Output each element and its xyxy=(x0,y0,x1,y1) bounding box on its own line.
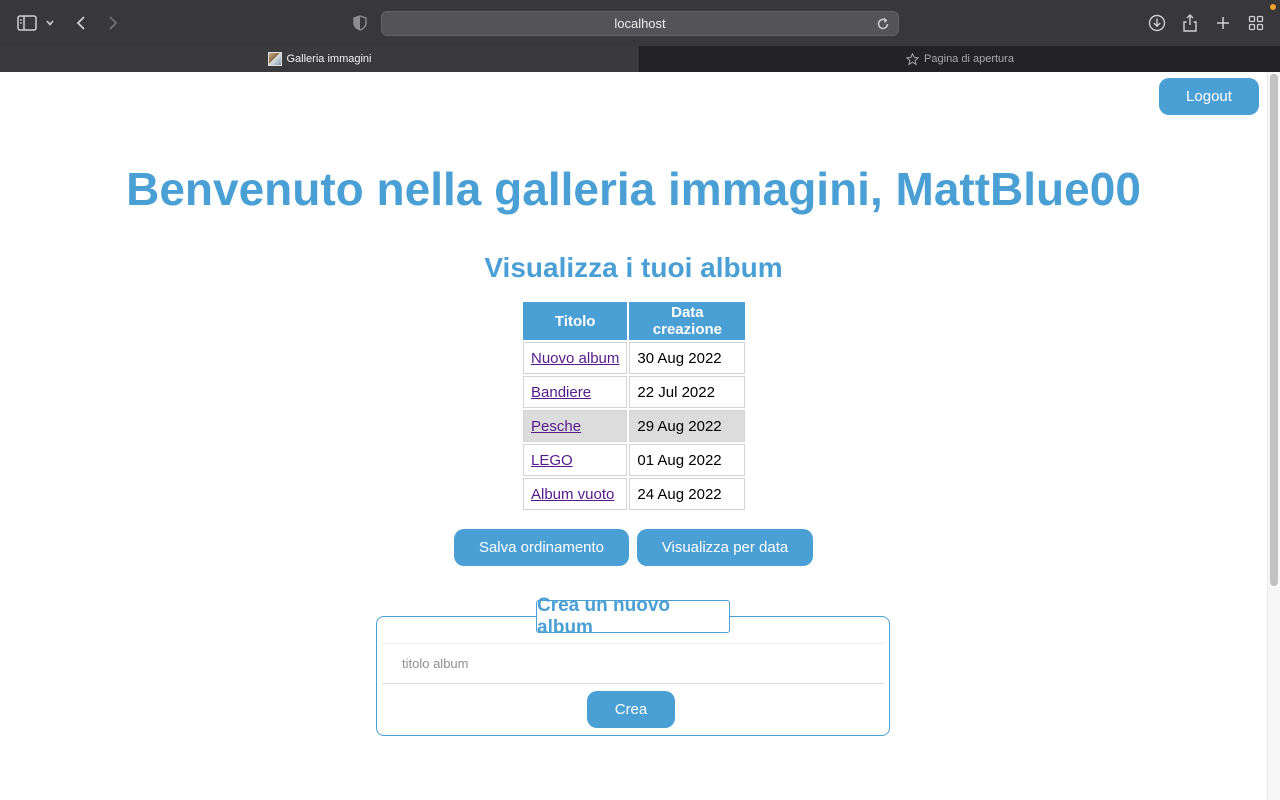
column-header-date: Data creazione xyxy=(629,302,746,340)
downloads-icon[interactable] xyxy=(1147,13,1167,33)
create-album-legend: Crea un nuovo album xyxy=(536,595,730,638)
back-icon[interactable] xyxy=(72,13,90,33)
share-icon[interactable] xyxy=(1181,12,1199,33)
page-content: Logout Benvenuto nella galleria immagini… xyxy=(0,72,1267,800)
save-order-button[interactable]: Salva ordinamento xyxy=(454,529,629,566)
album-title-cell: Album vuoto xyxy=(523,478,628,510)
address-bar[interactable]: localhost xyxy=(381,11,899,36)
album-link[interactable]: Album vuoto xyxy=(531,486,614,503)
table-row[interactable]: Album vuoto 24 Aug 2022 xyxy=(523,478,746,510)
album-link[interactable]: Pesche xyxy=(531,418,581,435)
page-title: Benvenuto nella galleria immagini, MattB… xyxy=(126,163,1141,215)
album-title-input[interactable] xyxy=(382,643,884,684)
view-by-date-button[interactable]: Visualizza per data xyxy=(637,529,813,566)
star-icon xyxy=(905,52,920,66)
create-album-button[interactable]: Crea xyxy=(587,691,675,728)
tab-galleria-immagini[interactable]: Galleria immagini xyxy=(0,46,639,72)
table-row[interactable]: LEGO 01 Aug 2022 xyxy=(523,444,746,476)
gallery-favicon-icon xyxy=(267,52,282,66)
album-link[interactable]: LEGO xyxy=(531,452,573,469)
table-row[interactable]: Bandiere 22 Jul 2022 xyxy=(523,376,746,408)
chevron-down-icon[interactable] xyxy=(44,17,56,29)
forward-icon[interactable] xyxy=(104,13,122,33)
album-title-cell: LEGO xyxy=(523,444,628,476)
album-title-cell: Nuovo album xyxy=(523,342,628,374)
album-date-cell: 30 Aug 2022 xyxy=(629,342,746,374)
scrollbar-thumb[interactable] xyxy=(1270,74,1278,586)
privacy-shield-icon[interactable] xyxy=(352,14,368,32)
tab-label: Galleria immagini xyxy=(286,53,372,65)
album-date-cell: 01 Aug 2022 xyxy=(629,444,746,476)
notification-dot xyxy=(1270,4,1276,10)
column-header-title: Titolo xyxy=(523,302,628,340)
table-header-row: Titolo Data creazione xyxy=(523,302,746,340)
tab-pagina-di-apertura[interactable]: Pagina di apertura xyxy=(640,46,1280,72)
album-link[interactable]: Bandiere xyxy=(531,384,591,401)
sidebar-icon[interactable] xyxy=(17,14,37,32)
url-text: localhost xyxy=(614,16,666,31)
tab-overview-icon[interactable] xyxy=(1246,13,1266,33)
album-date-cell: 24 Aug 2022 xyxy=(629,478,746,510)
reload-icon[interactable] xyxy=(874,15,892,33)
tab-label: Pagina di apertura xyxy=(924,53,1014,65)
new-tab-icon[interactable] xyxy=(1213,13,1233,33)
album-title-cell: Bandiere xyxy=(523,376,628,408)
table-row[interactable]: Pesche 29 Aug 2022 xyxy=(523,410,746,442)
table-row[interactable]: Nuovo album 30 Aug 2022 xyxy=(523,342,746,374)
albums-table: Titolo Data creazione Nuovo album 30 Aug… xyxy=(521,300,747,512)
album-date-cell: 22 Jul 2022 xyxy=(629,376,746,408)
album-link[interactable]: Nuovo album xyxy=(531,350,619,367)
logout-button[interactable]: Logout xyxy=(1159,78,1259,115)
album-title-cell: Pesche xyxy=(523,410,628,442)
album-date-cell: 29 Aug 2022 xyxy=(629,410,746,442)
albums-heading: Visualizza i tuoi album xyxy=(484,252,783,283)
